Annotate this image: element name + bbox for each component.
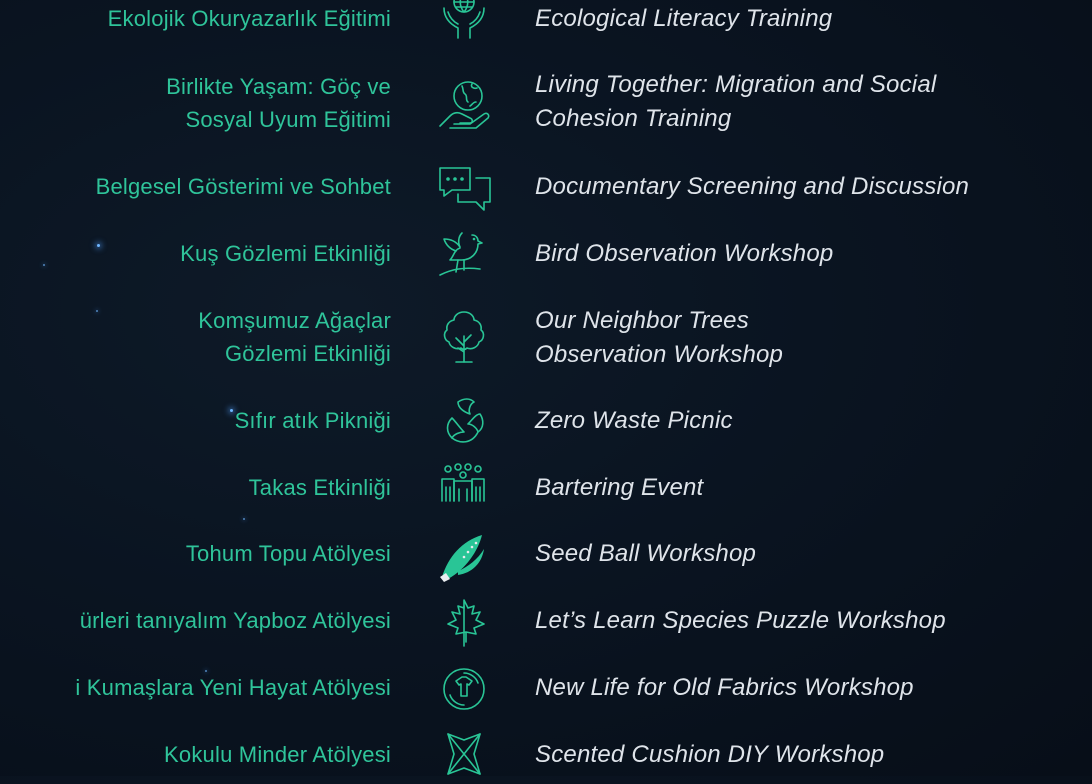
people-group-icon	[432, 457, 496, 517]
activity-title-tr: i Kumaşlara Yeni Hayat Atölyesi	[75, 671, 391, 704]
activity-title-en: Let’s Learn Species Puzzle Workshop	[535, 604, 946, 638]
activity-title-en: Bird Observation Workshop	[535, 237, 833, 271]
maple-leaf-icon	[432, 592, 496, 652]
activity-title-tr-line: Tohum Topu Atölyesi	[185, 541, 391, 566]
activity-title-tr-line: ürleri tanıyalım Yapboz Atölyesi	[79, 608, 391, 633]
activity-title-tr: Birlikte Yaşam: Göç ve Sosyal Uyum Eğiti…	[166, 70, 391, 136]
star-dot	[230, 409, 233, 412]
activity-title-en: Bartering Event	[535, 471, 703, 505]
activity-title-en: Ecological Literacy Training	[535, 2, 832, 36]
activity-title-tr: Belgesel Gösterimi ve Sohbet	[96, 170, 391, 203]
activity-title-en-line: Scented Cushion DIY Workshop	[535, 741, 885, 768]
activity-title-en-line: Zero Waste Picnic	[535, 407, 733, 434]
activity-title-en: New Life for Old Fabrics Workshop	[535, 671, 914, 705]
recycle-shirt-icon	[432, 659, 496, 719]
activity-title-en-line: Observation Workshop	[535, 341, 784, 368]
cushion-icon	[432, 724, 496, 784]
activity-title-tr-line: Kuş Gözlemi Etkinliği	[180, 241, 391, 266]
activity-title-en-line: Cohesion Training	[535, 105, 732, 132]
activity-title-en: Living Together: Migration and Social Co…	[535, 68, 936, 136]
recycle-leaves-icon	[432, 392, 496, 452]
bird-on-branch-icon	[432, 225, 496, 285]
star-dot	[243, 518, 245, 520]
star-dot	[97, 244, 100, 247]
activity-title-tr: Takas Etkinliği	[249, 471, 391, 504]
activity-title-en-line: Living Together: Migration and Social	[535, 71, 937, 98]
activity-title-en-line: Documentary Screening and Discussion	[535, 173, 970, 200]
corn-seed-icon	[432, 527, 496, 587]
activity-title-en-line: New Life for Old Fabrics Workshop	[535, 674, 914, 701]
activity-title-tr-line: Sosyal Uyum Eğitimi	[185, 107, 391, 132]
activity-title-tr-line: Belgesel Gösterimi ve Sohbet	[95, 174, 391, 199]
activity-title-tr: ürleri tanıyalım Yapboz Atölyesi	[80, 604, 391, 637]
activity-title-en: Scented Cushion DIY Workshop	[535, 738, 884, 772]
activity-title-tr-line: Ekolojik Okuryazarlık Eğitimi	[107, 6, 391, 31]
activity-title-tr: Kokulu Minder Atölyesi	[164, 738, 391, 771]
activity-title-tr: Komşumuz Ağaçlar Gözlemi Etkinliği	[198, 304, 391, 370]
activity-title-tr-line: Sıfır atık Pikniği	[234, 408, 391, 433]
chat-bubbles-icon	[432, 160, 496, 220]
activity-title-en: Our Neighbor Trees Observation Workshop	[535, 304, 783, 372]
star-dot	[96, 310, 98, 312]
activity-title-tr-line: Komşumuz Ağaçlar	[198, 308, 391, 333]
activity-title-en-line: Our Neighbor Trees	[535, 307, 749, 334]
activity-title-en: Seed Ball Workshop	[535, 537, 756, 571]
activity-title-tr-line: i Kumaşlara Yeni Hayat Atölyesi	[75, 675, 391, 700]
activity-title-tr: Ekolojik Okuryazarlık Eğitimi	[108, 2, 391, 35]
activity-title-tr: Kuş Gözlemi Etkinliği	[180, 237, 391, 270]
activity-title-tr-line: Birlikte Yaşam: Göç ve	[166, 74, 391, 99]
activity-title-en-line: Ecological Literacy Training	[535, 5, 833, 32]
tree-icon	[432, 306, 496, 366]
activity-title-en-line: Let’s Learn Species Puzzle Workshop	[535, 607, 946, 634]
activity-title-tr-line: Takas Etkinliği	[248, 475, 391, 500]
activity-title-en-line: Seed Ball Workshop	[535, 540, 757, 567]
activity-title-tr-line: Kokulu Minder Atölyesi	[164, 742, 391, 767]
globe-in-hands-icon	[432, 0, 496, 48]
activity-title-tr-line: Gözlemi Etkinliği	[224, 341, 391, 366]
activity-title-en-line: Bartering Event	[535, 474, 704, 501]
activity-title-en-line: Bird Observation Workshop	[535, 240, 834, 267]
star-dot	[43, 264, 45, 266]
activity-title-en: Documentary Screening and Discussion	[535, 170, 969, 204]
activity-title-tr: Tohum Topu Atölyesi	[186, 537, 391, 570]
activity-title-en: Zero Waste Picnic	[535, 404, 733, 438]
hand-holding-globe-icon	[432, 74, 496, 134]
activity-title-tr: Sıfır atık Pikniği	[235, 404, 391, 437]
